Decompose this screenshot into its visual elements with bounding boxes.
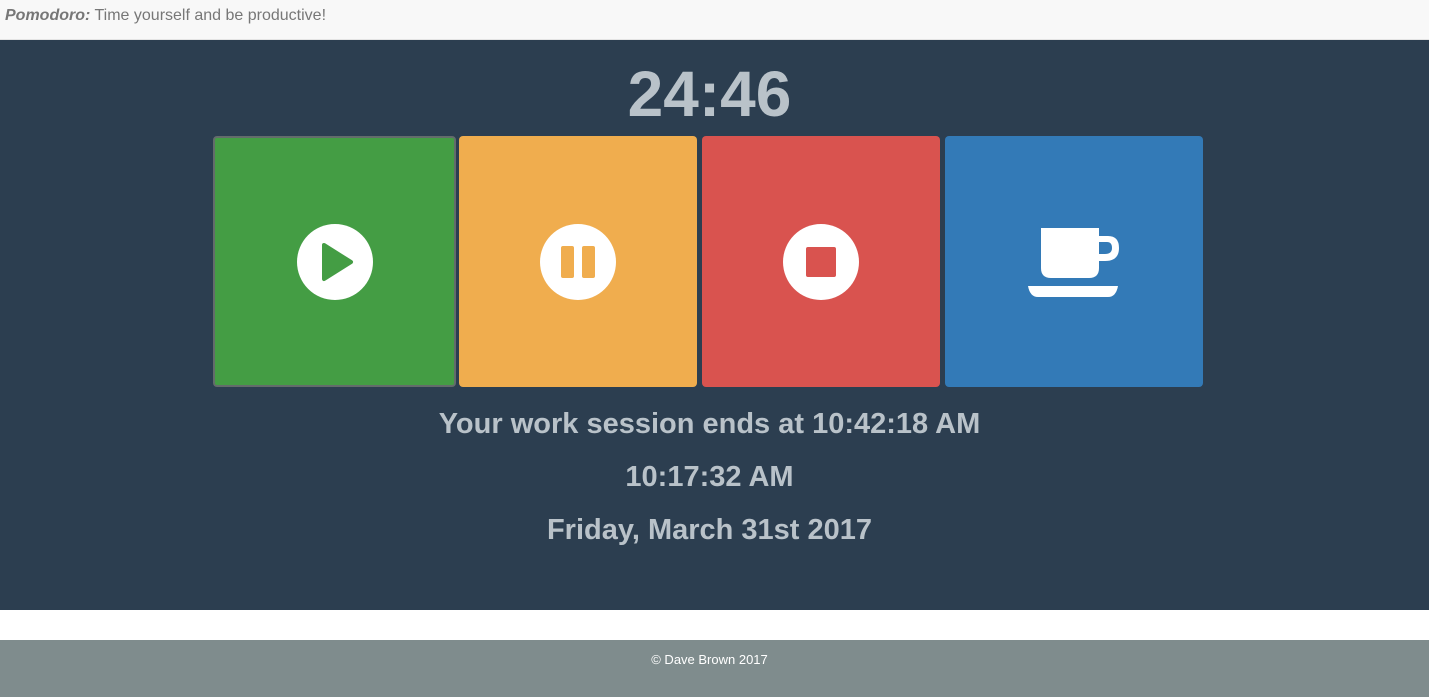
play-icon (296, 223, 373, 300)
countdown-display: 24:46 (627, 58, 792, 130)
navbar-brand[interactable]: Pomodoro: Time yourself and be productiv… (5, 7, 326, 25)
pause-icon (540, 223, 616, 300)
break-button[interactable] (945, 136, 1203, 387)
footer: © Dave Brown 2017 (0, 640, 1429, 697)
brand-tagline: Time yourself and be productive! (94, 7, 327, 24)
copyright-text: © Dave Brown 2017 (651, 652, 768, 667)
current-time: 10:17:32 AM (625, 461, 794, 493)
current-date: Friday, March 31st 2017 (546, 514, 873, 546)
session-end-text: Your work session ends at 10:42:18 AM (438, 408, 981, 440)
stop-button[interactable] (702, 136, 940, 387)
stop-icon (783, 223, 859, 300)
brand-name: Pomodoro: (5, 7, 91, 24)
coffee-cup-icon (1028, 227, 1119, 297)
start-button[interactable] (213, 136, 456, 387)
top-navbar: Pomodoro: Time yourself and be productiv… (0, 0, 1429, 40)
pause-button[interactable] (459, 136, 697, 387)
timer-panel: 24:46 Your work session ends at 10:42:18… (0, 40, 1429, 610)
